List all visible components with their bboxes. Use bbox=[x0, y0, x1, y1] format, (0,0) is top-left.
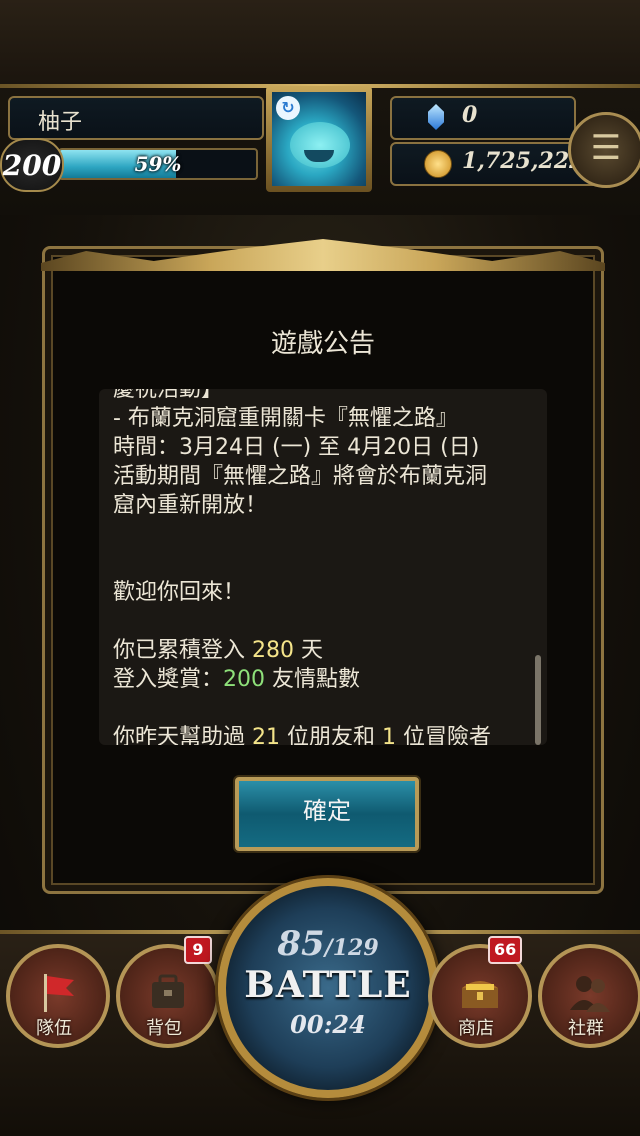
message-line: 登入獎賞：200 友情點數 bbox=[113, 665, 533, 694]
coin-icon bbox=[424, 150, 452, 178]
message-line bbox=[113, 607, 533, 636]
menu-icon: ☰ bbox=[590, 128, 622, 168]
message-text: 位冒險者 bbox=[396, 725, 491, 745]
dialog-title: 遊戲公告 bbox=[270, 329, 375, 359]
message-text: 1 bbox=[382, 725, 396, 745]
message-text: 你已累積登入 bbox=[113, 638, 252, 663]
message-text: - 布蘭克洞窟重開關卡『無懼之路』 bbox=[113, 406, 458, 431]
exp-bar: 59% bbox=[58, 148, 258, 180]
bag-badge: 9 bbox=[184, 936, 212, 964]
message-text: 280 bbox=[252, 638, 294, 663]
nav-team-label: 隊伍 bbox=[36, 1018, 72, 1039]
people-icon bbox=[570, 976, 610, 1012]
message-line: 你已累積登入 280 天 bbox=[113, 636, 533, 665]
message-line: 活動期間『無懼之路』將會於布蘭克洞 bbox=[113, 462, 533, 491]
message-box[interactable]: 慶祝活動】 - 布蘭克洞窟重開關卡『無懼之路』 時間：3月24日 (一) 至 4月… bbox=[99, 389, 547, 745]
top-bar: 柚子 59% 200 ↻ 0 1,725,222 ☰ bbox=[0, 0, 640, 215]
message-line: 歡迎你回來！ bbox=[113, 578, 533, 607]
message-content: 慶祝活動】 - 布蘭克洞窟重開關卡『無懼之路』 時間：3月24日 (一) 至 4月… bbox=[113, 389, 533, 745]
stamina-display: 85/129 bbox=[226, 924, 430, 964]
gem-count: 0 bbox=[462, 102, 478, 128]
gold-count: 1,725,222 bbox=[462, 148, 585, 174]
message-text: 登入獎賞： bbox=[113, 667, 224, 692]
message-line bbox=[113, 520, 533, 549]
message-text: 21 bbox=[252, 725, 280, 745]
exp-percent: 59% bbox=[134, 152, 182, 176]
battle-button[interactable]: 85/129 BATTLE 00:24 bbox=[218, 878, 438, 1098]
message-line bbox=[113, 694, 533, 723]
gem-counter[interactable]: 0 bbox=[390, 96, 576, 140]
stamina-timer: 00:24 bbox=[290, 1010, 366, 1039]
top-ornament bbox=[0, 0, 640, 90]
treasure-chest-icon bbox=[462, 981, 498, 1008]
stamina-max: /129 bbox=[324, 935, 379, 961]
avatar-image: ↻ bbox=[272, 92, 366, 186]
message-text: 窟內重新開放！ bbox=[113, 493, 268, 518]
nav-shop-label: 商店 bbox=[458, 1018, 494, 1039]
message-line: 你昨天幫助過 21 位朋友和 1 位冒險者 bbox=[113, 723, 533, 745]
message-text: 友情點數 bbox=[265, 667, 361, 692]
message-text: 慶祝活動】 bbox=[113, 389, 224, 402]
message-text: 200 bbox=[223, 667, 266, 692]
message-text: 位朋友和 bbox=[280, 725, 382, 745]
player-avatar[interactable]: ↻ bbox=[266, 86, 372, 192]
message-line: - 布蘭克洞窟重開關卡『無懼之路』 bbox=[113, 404, 533, 433]
battle-label: BATTLE bbox=[244, 964, 412, 1006]
message-text: 時間：3月24日 (一) 至 4月20日 (日) bbox=[113, 435, 480, 460]
confirm-button[interactable]: 確定 bbox=[235, 777, 419, 851]
message-line: 窟內重新開放！ bbox=[113, 491, 533, 520]
shop-badge: 66 bbox=[488, 936, 523, 964]
player-name: 柚子 bbox=[38, 110, 83, 135]
player-level: 200 bbox=[0, 138, 64, 192]
menu-button[interactable]: ☰ bbox=[568, 112, 640, 188]
message-text: 你昨天幫助過 bbox=[113, 725, 252, 745]
bag-icon bbox=[152, 974, 184, 1008]
player-name-plate: 柚子 bbox=[8, 96, 264, 140]
nav-bag-label: 背包 bbox=[146, 1018, 182, 1039]
stamina-current: 85 bbox=[277, 924, 325, 964]
message-line: 慶祝活動】 bbox=[113, 389, 533, 404]
element-icon: ↻ bbox=[276, 96, 300, 120]
message-line bbox=[113, 549, 533, 578]
message-line: 時間：3月24日 (一) 至 4月20日 (日) bbox=[113, 433, 533, 462]
nav-social-label: 社群 bbox=[568, 1018, 604, 1039]
message-scrollbar[interactable] bbox=[535, 655, 541, 745]
announcement-dialog: 遊戲公告 慶祝活動】 - 布蘭克洞窟重開關卡『無懼之路』 時間：3月24日 (一)… bbox=[41, 239, 605, 894]
gem-icon bbox=[428, 104, 444, 130]
message-text: 歡迎你回來！ bbox=[113, 580, 246, 605]
message-text: 活動期間『無懼之路』將會於布蘭克洞 bbox=[113, 464, 488, 489]
flag-icon bbox=[44, 974, 74, 1012]
message-text: 天 bbox=[294, 638, 323, 663]
